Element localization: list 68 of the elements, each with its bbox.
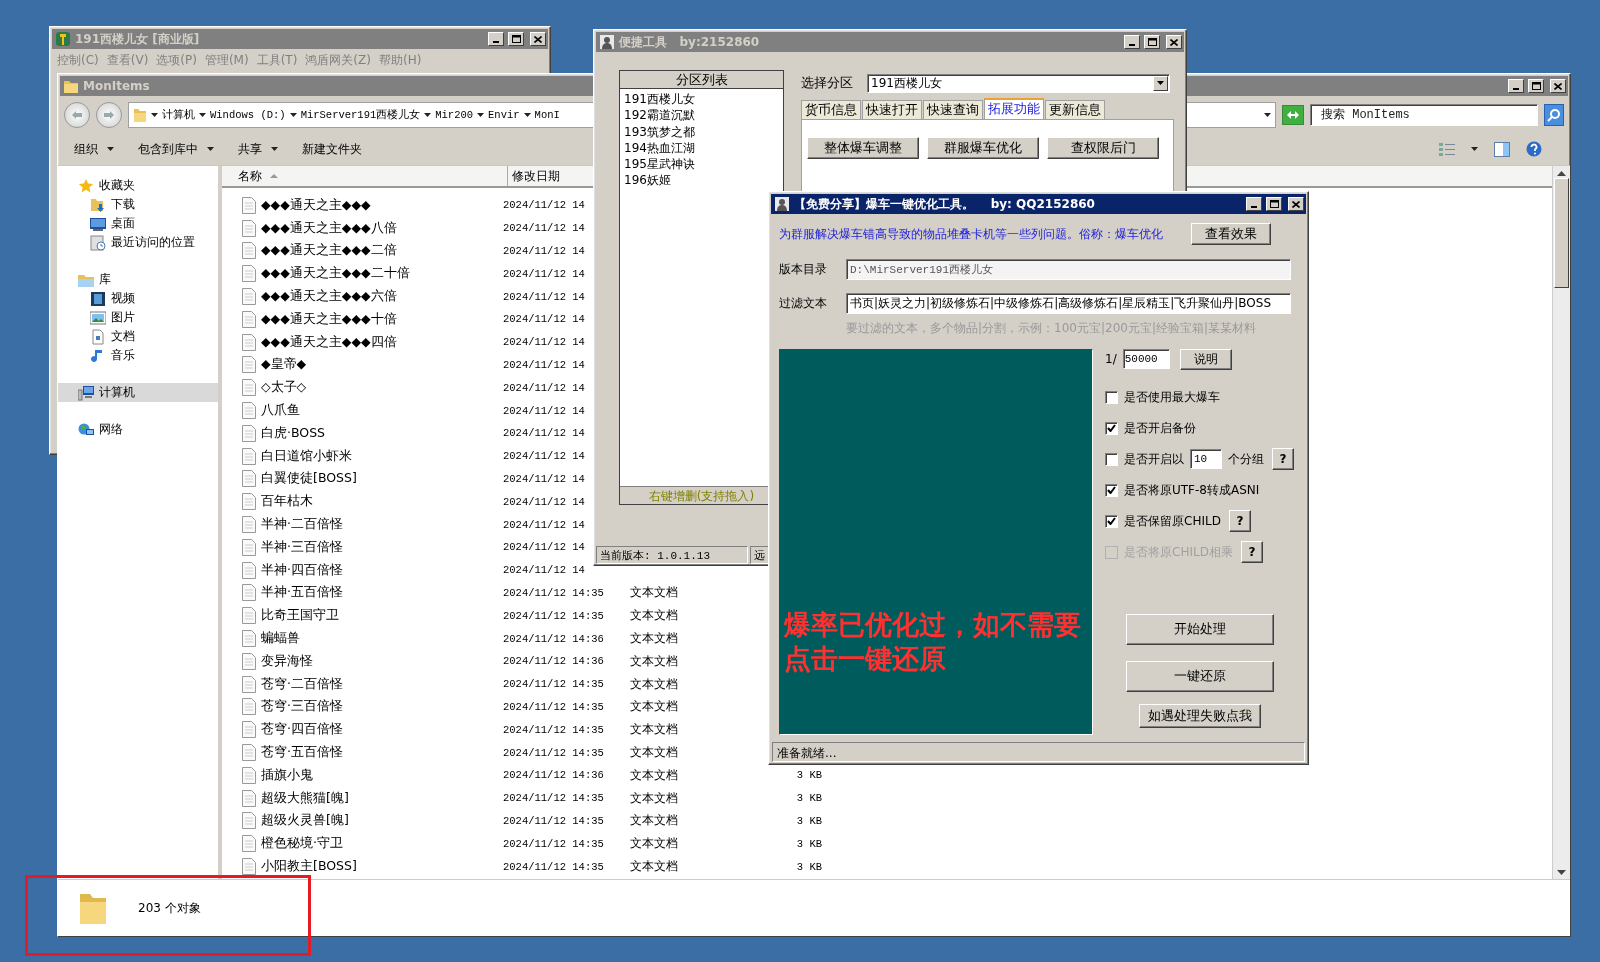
window-title: 【免费分享】爆车一键优化工具。 by: QQ2152860: [794, 195, 1095, 213]
modified-date: 2024/11/12 14: [502, 564, 586, 577]
description-text: 为群服解决爆车错高导致的物品堆叠卡机等一些列问题。俗称：爆车优化: [779, 225, 1164, 243]
modified-date: 2024/11/12 14: [502, 381, 586, 394]
option-label: 个分组: [1228, 450, 1264, 468]
modified-date: 2024/11/12 14: [502, 313, 586, 326]
modified-date: 2024/11/12 14:35: [502, 860, 605, 873]
modified-date: 2024/11/12 14:35: [502, 746, 605, 759]
file-type: 文本文档: [630, 630, 679, 648]
modified-date: 2024/11/12 14: [502, 358, 586, 371]
modified-date: 2024/11/12 14: [502, 199, 586, 212]
modified-date: 2024/11/12 14:36: [502, 769, 605, 782]
option-label: 是否开启备份: [1124, 419, 1196, 437]
window-title: MonItems: [83, 79, 150, 93]
modified-date: 2024/11/12 14: [502, 495, 586, 508]
modified-date: 2024/11/12 14: [502, 518, 586, 531]
file-type: 文本文档: [630, 607, 679, 625]
field-label: 过滤文本: [779, 294, 828, 312]
modified-date: 2024/11/12 14:35: [502, 678, 605, 691]
modified-date: 2024/11/12 14:36: [502, 655, 605, 668]
modified-date: 2024/11/12 14:35: [502, 837, 605, 850]
modified-date: 2024/11/12 14: [502, 336, 586, 349]
status-text: 当前版本: 1.0.1.13: [596, 546, 748, 564]
modified-date: 2024/11/12 14:35: [502, 586, 605, 599]
file-type: 文本文档: [630, 858, 679, 875]
modified-date: 2024/11/12 14:36: [502, 632, 605, 645]
modified-date: 2024/11/12 14:35: [502, 723, 605, 736]
file-size: 3 KB: [795, 837, 822, 850]
status-text: 准备就绪...: [772, 742, 1305, 762]
option-label: 是否开启以: [1124, 450, 1184, 468]
modified-date: 2024/11/12 14:35: [502, 609, 605, 622]
file-type: 文本文档: [630, 835, 679, 853]
window-title: 便捷工具 by:2152860: [619, 33, 760, 51]
modified-date: 2024/11/12 14:35: [502, 700, 605, 713]
file-type: 文本文档: [630, 675, 679, 693]
modified-date: 2024/11/12 14:35: [502, 814, 605, 827]
notice-text: 爆率已优化过，如不需要点击一键还原: [784, 608, 1082, 676]
window-title: 191西楼儿女 [商业版]: [75, 30, 200, 48]
file-type: 文本文档: [630, 789, 679, 807]
field-label: 选择分区: [801, 74, 853, 92]
item-count: 203 个对象: [138, 899, 201, 917]
file-type: 文本文档: [630, 584, 679, 602]
list-header: 分区列表: [620, 71, 783, 89]
modified-date: 2024/11/12 14: [502, 267, 586, 280]
file-size: 3 KB: [795, 792, 822, 805]
modified-date: 2024/11/12 14: [502, 290, 586, 303]
modified-date: 2024/11/12 14:35: [502, 792, 605, 805]
modified-date: 2024/11/12 14: [502, 404, 586, 417]
ratio-label: 1/: [1105, 352, 1117, 366]
file-type: 文本文档: [630, 652, 679, 670]
option-label: 是否使用最大爆车: [1124, 388, 1220, 406]
modified-date: 2024/11/12 14: [502, 472, 586, 485]
modified-date: 2024/11/12 14: [502, 245, 586, 257]
option-label: 是否保留原CHILD: [1124, 512, 1221, 530]
file-type: 文本文档: [630, 766, 679, 784]
file-size: 3 KB: [795, 860, 822, 873]
file-type: 文本文档: [630, 812, 679, 830]
modified-date: 2024/11/12 14: [502, 222, 586, 235]
file-size: 3 KB: [795, 769, 822, 782]
field-label: 版本目录: [779, 260, 828, 278]
file-size: 3 KB: [795, 814, 822, 827]
file-type: 文本文档: [630, 721, 679, 739]
modified-date: 2024/11/12 14: [502, 427, 586, 440]
option-label: 是否将原UTF-8转成ASNI: [1124, 481, 1260, 499]
modified-date: 2024/11/12 14: [502, 541, 586, 554]
file-type: 文本文档: [630, 744, 679, 761]
file-type: 文本文档: [630, 698, 679, 716]
modified-date: 2024/11/12 14: [502, 450, 586, 463]
